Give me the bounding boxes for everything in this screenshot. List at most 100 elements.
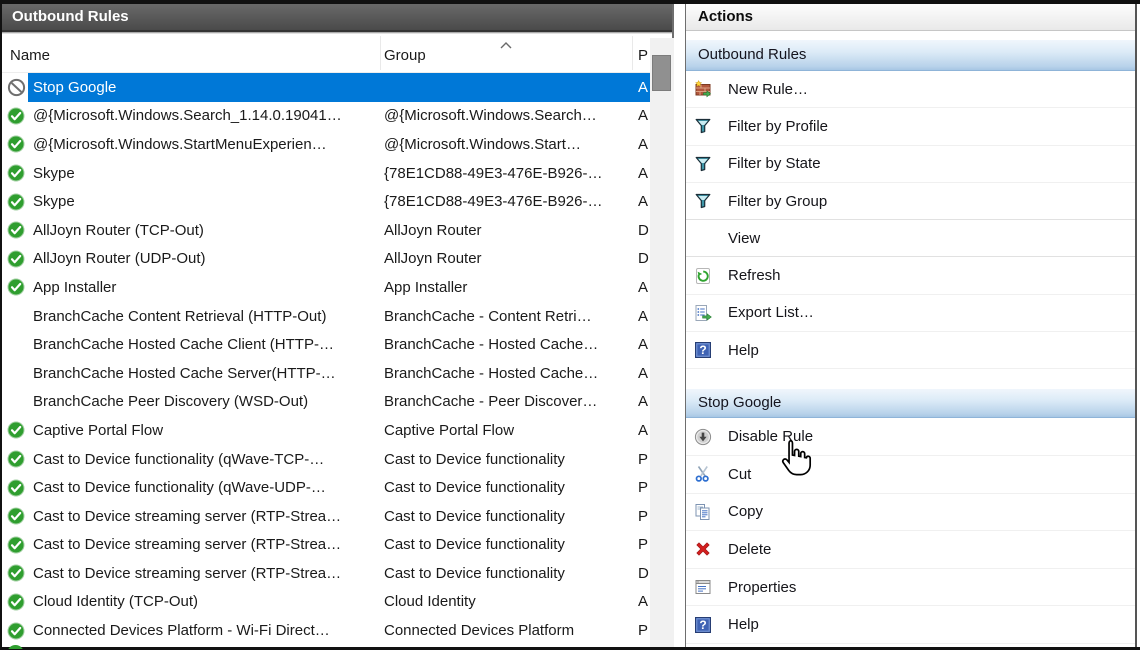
column-separator[interactable] xyxy=(632,36,633,70)
rule-profile-cell: A xyxy=(638,336,650,353)
rule-row[interactable]: Connected Devices Platform - Wi-Fi Direc… xyxy=(2,616,650,645)
rule-row[interactable]: Cast to Device functionality (qWave-UDP-… xyxy=(2,473,650,502)
column-separator[interactable] xyxy=(380,36,381,70)
rule-row[interactable]: App Installer App Installer A xyxy=(2,273,650,302)
action-item[interactable]: ? Help xyxy=(686,332,1135,369)
rule-row[interactable]: Skype {78E1CD88-49E3-476E-B926-… A xyxy=(2,159,650,188)
rule-row[interactable]: @{Microsoft.Windows.StartMenuExperien… @… xyxy=(2,130,650,159)
action-label: Filter by Group xyxy=(728,193,827,210)
rule-row[interactable]: BranchCache Peer Discovery (WSD-Out) Bra… xyxy=(2,388,650,417)
outbound-rules-panel-title: Outbound Rules xyxy=(2,4,672,30)
rule-row[interactable]: Stop Google A xyxy=(2,73,650,102)
rule-row[interactable]: Cast to Device streaming server (RTP-Str… xyxy=(2,531,650,560)
vertical-scrollbar[interactable] xyxy=(650,38,674,647)
rule-profile-cell: D xyxy=(638,222,650,239)
rule-profile-cell: A xyxy=(638,393,650,410)
rule-name-cell: BranchCache Content Retrieval (HTTP-Out) xyxy=(28,308,384,325)
funnel-icon xyxy=(694,155,712,173)
disable-icon xyxy=(694,428,712,446)
action-item[interactable]: Delete xyxy=(686,531,1135,569)
action-item[interactable]: Filter by Group xyxy=(686,183,1135,220)
rule-row[interactable]: Cloud Identity (TCP-Out) Cloud Identity … xyxy=(2,588,650,617)
rule-row[interactable]: Cast to Device streaming server (RTP-Str… xyxy=(2,502,650,531)
rule-group-cell: Captive Portal Flow xyxy=(384,422,638,439)
svg-text:?: ? xyxy=(699,343,706,357)
rule-group-cell: App Installer xyxy=(384,279,638,296)
column-header-group[interactable]: Group xyxy=(384,47,426,64)
rule-profile-cell: P xyxy=(638,451,650,468)
column-headers: Name Group P xyxy=(2,34,672,73)
check-icon xyxy=(2,221,28,239)
rule-name-cell: BranchCache Hosted Cache Server(HTTP-… xyxy=(28,365,384,382)
check-icon xyxy=(2,622,28,640)
cut-icon xyxy=(694,465,712,483)
action-item[interactable]: Disable Rule xyxy=(686,418,1135,456)
rule-name-cell: Cast to Device streaming server (RTP-Str… xyxy=(28,536,384,553)
rule-row[interactable]: Captive Portal Flow Captive Portal Flow … xyxy=(2,416,650,445)
rule-group-cell: BranchCache - Peer Discover… xyxy=(384,393,638,410)
rule-profile-cell: A xyxy=(638,165,650,182)
rule-row[interactable]: BranchCache Content Retrieval (HTTP-Out)… xyxy=(2,302,650,331)
rule-profile-cell: P xyxy=(638,479,650,496)
action-item[interactable]: Refresh xyxy=(686,257,1135,294)
rule-row[interactable]: @{Microsoft.Windows.Search_1.14.0.19041…… xyxy=(2,102,650,131)
rule-name-cell: Cast to Device functionality (qWave-TCP-… xyxy=(28,451,384,468)
rule-profile-cell: A xyxy=(638,308,650,325)
actions-section-stop-google: Stop Google Disable Rule Cut Copy Delete xyxy=(686,389,1135,644)
rule-profile-cell: A xyxy=(638,365,650,382)
actions-panel-title: Actions xyxy=(686,4,1135,31)
rule-group-cell: BranchCache - Hosted Cache… xyxy=(384,336,638,353)
action-label: Copy xyxy=(728,503,763,520)
rule-row[interactable]: BranchCache Hosted Cache Server(HTTP-… B… xyxy=(2,359,650,388)
check-icon xyxy=(2,135,28,153)
rule-group-cell: BranchCache - Content Retri… xyxy=(384,308,638,325)
blocked-icon xyxy=(2,78,28,97)
action-item[interactable]: New Rule… xyxy=(686,71,1135,108)
rule-row[interactable]: AllJoyn Router (TCP-Out) AllJoyn Router … xyxy=(2,216,650,245)
rule-group-cell: {78E1CD88-49E3-476E-B926-… xyxy=(384,193,638,210)
rule-row[interactable]: BranchCache Hosted Cache Client (HTTP-… … xyxy=(2,330,650,359)
refresh-icon xyxy=(694,267,712,285)
action-label: View xyxy=(728,230,760,247)
actions-section-header[interactable]: Outbound Rules xyxy=(686,40,1135,71)
check-icon xyxy=(2,507,28,525)
funnel-icon xyxy=(694,117,712,135)
check-icon xyxy=(2,193,28,211)
action-item[interactable]: ? Help xyxy=(686,606,1135,644)
column-header-profile[interactable]: P xyxy=(638,47,650,64)
rule-group-cell: Connected Devices Platform xyxy=(384,622,638,639)
action-item[interactable]: Filter by State xyxy=(686,146,1135,183)
action-item[interactable]: Properties xyxy=(686,569,1135,607)
rule-row[interactable]: Skype {78E1CD88-49E3-476E-B926-… A xyxy=(2,187,650,216)
rule-profile-cell: D xyxy=(638,565,650,582)
action-label: Export List… xyxy=(728,304,814,321)
action-item[interactable]: Cut xyxy=(686,456,1135,494)
action-item[interactable]: View xyxy=(686,220,1135,257)
check-icon xyxy=(2,593,28,611)
help-icon: ? xyxy=(694,341,712,359)
action-item[interactable]: Export List… xyxy=(686,295,1135,332)
column-header-name[interactable]: Name xyxy=(10,47,50,64)
rule-profile-cell: A xyxy=(638,79,650,96)
actions-section-header[interactable]: Stop Google xyxy=(686,389,1135,418)
action-item[interactable]: Filter by Profile xyxy=(686,108,1135,145)
actions-panel: Actions Outbound Rules New Rule… Filter … xyxy=(685,4,1137,647)
scrollbar-thumb[interactable] xyxy=(652,55,671,91)
rule-row[interactable]: Cast to Device functionality (qWave-TCP-… xyxy=(2,445,650,474)
check-icon xyxy=(7,645,24,649)
rule-name-cell: BranchCache Peer Discovery (WSD-Out) xyxy=(28,393,384,410)
rule-group-cell: AllJoyn Router xyxy=(384,222,638,239)
action-label: Cut xyxy=(728,466,751,483)
check-icon xyxy=(2,421,28,439)
rule-name-cell: Cast to Device streaming server (RTP-Str… xyxy=(28,508,384,525)
rule-name-cell: Captive Portal Flow xyxy=(28,422,384,439)
rule-group-cell: {78E1CD88-49E3-476E-B926-… xyxy=(384,165,638,182)
rule-profile-cell: A xyxy=(638,193,650,210)
rule-row[interactable]: Cast to Device streaming server (RTP-Str… xyxy=(2,559,650,588)
rule-profile-cell: A xyxy=(638,107,650,124)
rule-row[interactable]: AllJoyn Router (UDP-Out) AllJoyn Router … xyxy=(2,245,650,274)
action-item[interactable]: Copy xyxy=(686,494,1135,532)
new-rule-icon xyxy=(694,80,712,98)
rule-profile-cell: A xyxy=(638,136,650,153)
check-icon xyxy=(2,107,28,125)
